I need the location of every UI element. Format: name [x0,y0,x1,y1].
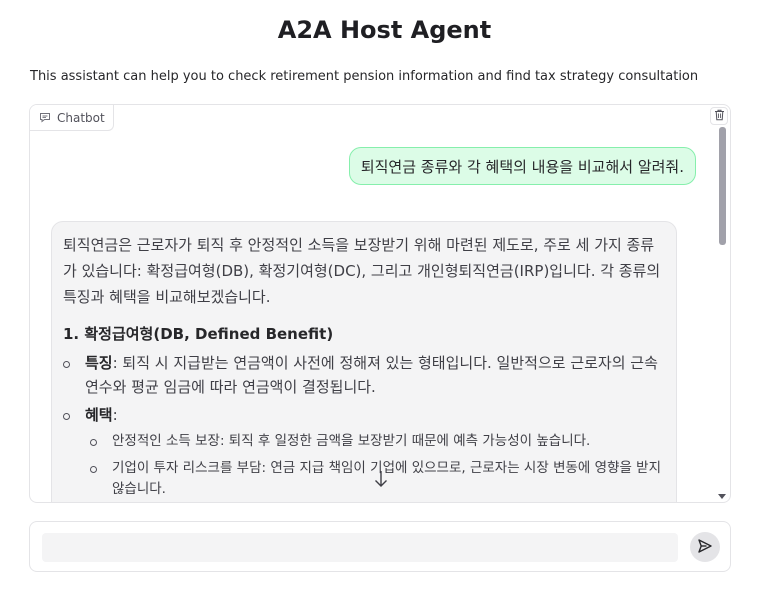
chatbot-panel: Chatbot 퇴직연금 종류와 각 혜택의 내용을 비교해서 알려줘. 퇴직연… [29,104,731,503]
chatbot-label: Chatbot [30,105,114,131]
bullet-icon [63,361,70,368]
scroll-down-arrow-icon[interactable] [718,494,726,499]
feature-label: 특징 [85,354,113,372]
benefit-colon: : [112,406,118,424]
message-input[interactable] [42,533,678,562]
assistant-intro-text: 퇴직연금은 근로자가 퇴직 후 안정적인 소득을 보장받기 위해 마련된 제도로… [63,236,661,306]
clear-chat-button[interactable] [710,107,728,125]
benefit-label: 혜택 [85,406,113,424]
benefit-text: 안정적인 소득 보장: 퇴직 후 일정한 금액을 보장받기 때문에 예측 가능성… [112,433,591,449]
send-icon [697,538,713,557]
trash-icon [714,109,725,124]
list-item: 혜택: [63,403,665,427]
assistant-message: 퇴직연금은 근로자가 퇴직 후 안정적인 소득을 보장받기 위해 마련된 제도로… [51,221,677,502]
list-item: 특징: 퇴직 시 지급받는 연금액이 사전에 정해져 있는 형태입니다. 일반적… [63,351,665,399]
chat-scrollbar-thumb[interactable] [719,127,726,245]
bullet-icon [90,466,97,473]
arrow-down-icon [374,470,388,492]
sub-list-item: 안정적인 소득 보장: 퇴직 후 일정한 금액을 보장받기 때문에 예측 가능성… [90,431,665,452]
chat-scrollbar[interactable] [718,127,726,501]
feature-text: : 퇴직 시 지급받는 연금액이 사전에 정해져 있는 형태입니다. 일반적으로… [85,354,658,396]
send-button[interactable] [690,532,720,562]
user-message-text: 퇴직연금 종류와 각 혜택의 내용을 비교해서 알려줘. [360,157,684,176]
scroll-to-bottom-button[interactable] [370,470,392,492]
message-input-area [29,521,731,572]
bullet-icon [90,439,97,446]
page-description: This assistant can help you to check ret… [30,69,699,84]
chatbot-label-text: Chatbot [57,110,105,125]
section-heading: 1. 확정급여형(DB, Defined Benefit) [63,325,334,343]
page-title: A2A Host Agent [277,16,492,44]
user-message: 퇴직연금 종류와 각 혜택의 내용을 비교해서 알려줘. [348,147,696,185]
chat-bubble-icon [39,112,51,123]
bullet-icon [63,413,70,420]
